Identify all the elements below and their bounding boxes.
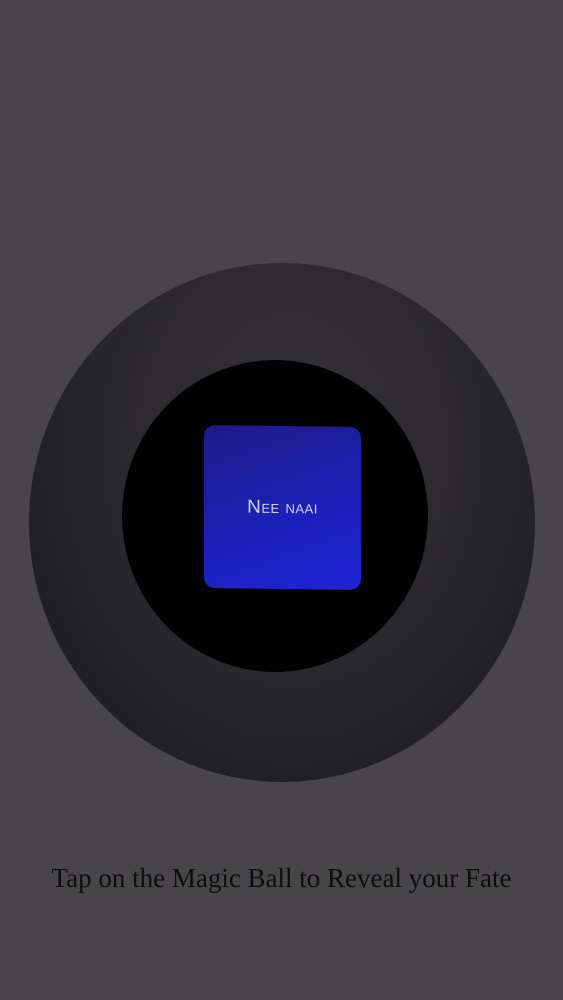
answer-die[interactable]: Nee naai bbox=[204, 425, 361, 590]
answer-text: Nee naai bbox=[247, 496, 318, 518]
instruction-text: Tap on the Magic Ball to Reveal your Fat… bbox=[51, 863, 512, 893]
